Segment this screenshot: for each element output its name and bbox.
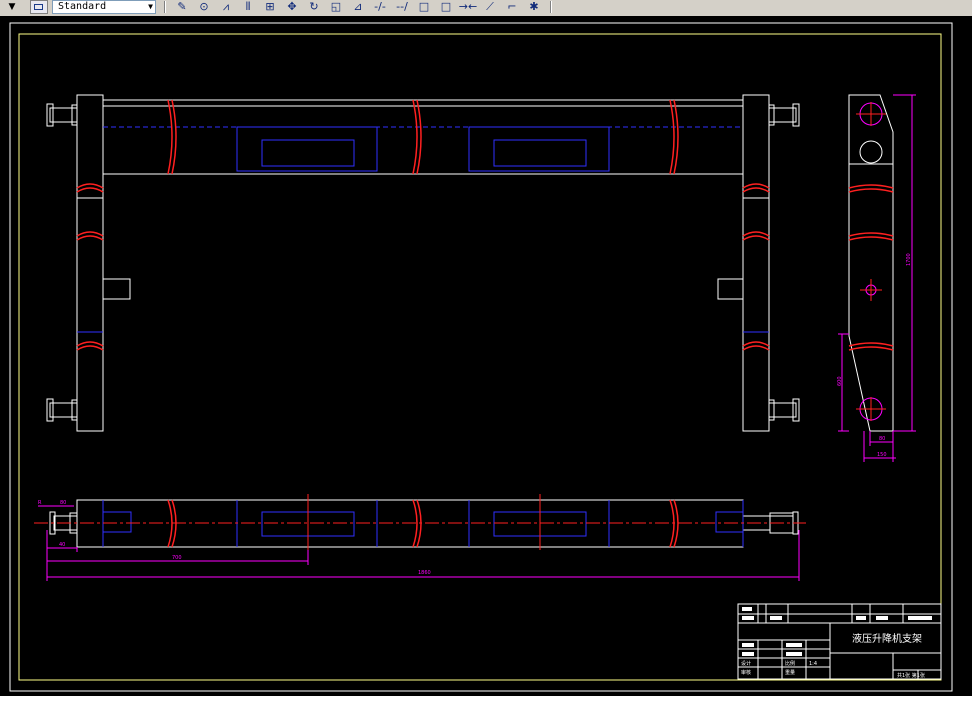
- dim-bottom-small-top: 80: [60, 500, 66, 506]
- tb-label-scale: 比例: [785, 660, 795, 667]
- tb-label-review: 审核: [741, 669, 751, 676]
- cad-drawing: 1700 600 80 150 1860 700 40 80 R 液压升降机支架…: [9, 22, 953, 692]
- toolbar-separator: [550, 1, 552, 13]
- pin-top-right: [768, 107, 797, 123]
- chevron-down-icon: ▼: [148, 2, 153, 11]
- front-view-hidden-lines: [77, 126, 769, 333]
- offset-icon[interactable]: ⫴: [238, 0, 258, 14]
- text-style-icon[interactable]: [30, 0, 48, 14]
- toolbar-dropdown-arrow[interactable]: ▼: [4, 0, 20, 14]
- pin-bottom-left: [49, 402, 78, 418]
- side-view: [848, 94, 894, 432]
- dim-side-lower: 600: [837, 376, 843, 386]
- mirror-icon[interactable]: ⩘: [216, 0, 236, 14]
- bottom-view-dimension-text: 1860 700 40 80 R: [38, 500, 431, 576]
- stretch-icon[interactable]: ⊿: [348, 0, 368, 14]
- drawing-title: 液压升降机支架: [852, 632, 922, 645]
- pin-top-left: [49, 107, 78, 123]
- tb-label-design: 设计: [741, 660, 751, 667]
- trim-icon[interactable]: -/-: [370, 0, 390, 14]
- chamfer-icon[interactable]: ⟋: [480, 0, 500, 14]
- toolbar: ▼ Standard ▼ ✎ ⊙ ⩘ ⫴ ⊞ ✥ ↻ ◱ ⊿ -/- --/□ □ →← ⟋ ⌐ ✱: [0, 0, 972, 17]
- drawing-border: [18, 33, 942, 681]
- side-view-hidden-lines: [859, 140, 883, 164]
- tb-sheet-info: 共1张 第1张: [897, 672, 925, 679]
- break-at-point-icon[interactable]: □: [436, 0, 456, 14]
- drawing-canvas[interactable]: 1700 600 80 150 1860 700 40 80 R 液压升降机支架…: [0, 16, 972, 696]
- tab-right: [717, 278, 744, 300]
- dim-bottom-mark: R: [38, 500, 42, 506]
- array-icon[interactable]: ⊞: [260, 0, 280, 14]
- dim-bottom-partial: 700: [172, 555, 182, 561]
- front-view-break-lines: [76, 99, 770, 351]
- toolbar-separator: [164, 1, 166, 13]
- extend-icon[interactable]: --/: [392, 0, 412, 14]
- dim-side-width-small: 80: [879, 436, 885, 442]
- pin-bottom-right: [768, 402, 797, 418]
- break-icon[interactable]: □: [414, 0, 434, 14]
- dim-side-overall: 1700: [906, 253, 912, 266]
- dim-bottom-small-left: 40: [59, 542, 65, 548]
- tb-scale-value: 1:4: [809, 661, 817, 667]
- front-view: [46, 94, 800, 432]
- text-style-select[interactable]: Standard ▼: [52, 0, 156, 14]
- tab-left: [102, 278, 131, 300]
- move-icon[interactable]: ✥: [282, 0, 302, 14]
- title-block-text: 液压升降机支架 设计 审核 比例 1:4 重量 共1张 第1张: [741, 632, 925, 679]
- match-properties-icon[interactable]: ⊙: [194, 0, 214, 14]
- bottom-view-centerline: [34, 494, 806, 550]
- top-beam: [102, 99, 744, 175]
- side-view-dimensions: [838, 94, 916, 462]
- rotate-icon[interactable]: ↻: [304, 0, 324, 14]
- text-style-value: Standard: [58, 1, 107, 12]
- outer-frame: [9, 22, 953, 692]
- scale-icon[interactable]: ◱: [326, 0, 346, 14]
- right-column: [742, 94, 770, 432]
- edit-pencil-icon[interactable]: ✎: [172, 0, 192, 14]
- side-view-break-lines: [848, 184, 894, 351]
- status-bar: [0, 696, 972, 702]
- side-profile: [848, 94, 894, 432]
- dim-bottom-overall: 1860: [418, 570, 431, 576]
- explode-icon[interactable]: ✱: [524, 0, 544, 14]
- join-icon[interactable]: →←: [458, 0, 478, 14]
- fillet-icon[interactable]: ⌐: [502, 0, 522, 14]
- side-view-dimension-text: 1700 600 80 150: [837, 253, 912, 458]
- dim-side-width: 150: [877, 452, 887, 458]
- left-column: [76, 94, 104, 432]
- tb-label-weight: 重量: [785, 669, 795, 676]
